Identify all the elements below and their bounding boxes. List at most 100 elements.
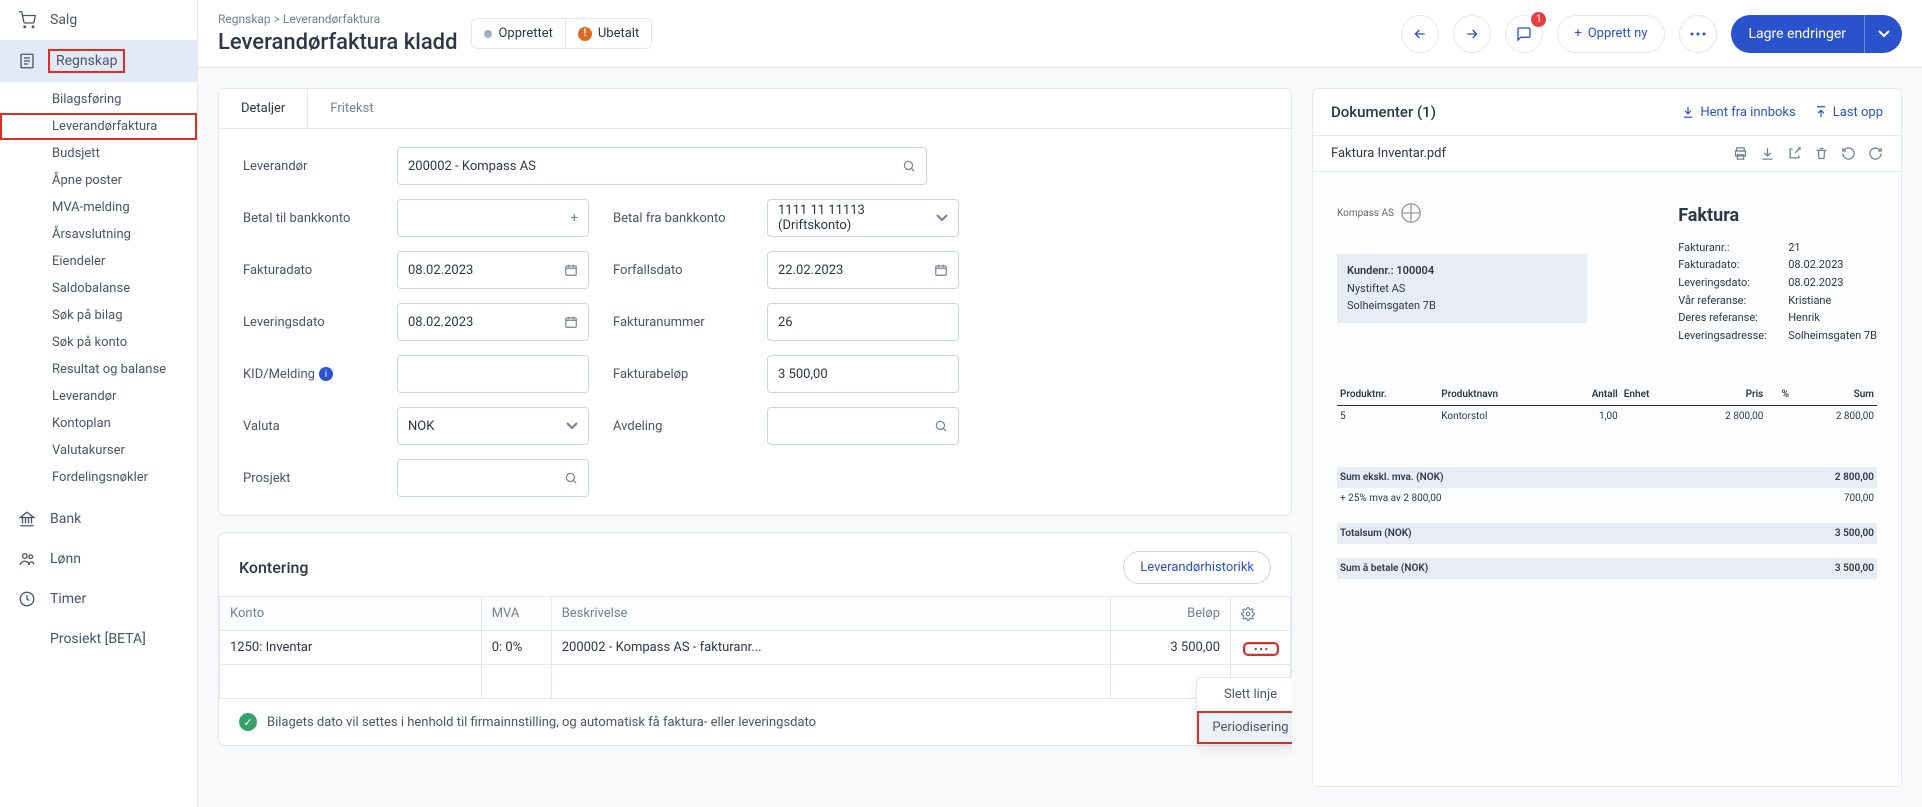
delivery-date-label: Leveringsdato (243, 315, 373, 330)
sidebar-item-regnskap[interactable]: Regnskap (0, 40, 197, 82)
clock-icon (18, 590, 36, 608)
sub-bilagsforing[interactable]: Bilagsføring (0, 86, 197, 113)
delivery-date-input[interactable]: 08.02.2023 (397, 303, 589, 341)
sub-valutakurser[interactable]: Valutakurser (0, 437, 197, 464)
col-belop: Beløp (1111, 597, 1231, 631)
amount-input[interactable]: 3 500,00 (767, 355, 959, 393)
project-label: Prosjekt (243, 471, 373, 486)
currency-select[interactable]: NOK (397, 407, 589, 445)
search-icon[interactable] (902, 159, 916, 173)
sub-leverandorfaktura[interactable]: Leverandørfaktura (0, 113, 197, 140)
invoice-no-input[interactable]: 26 (767, 303, 959, 341)
info-icon[interactable]: i (319, 367, 333, 381)
due-date-input[interactable]: 22.02.2023 (767, 251, 959, 289)
rotate-left-icon[interactable] (1841, 146, 1856, 161)
sidebar-label: Prosiekt [BETA] (50, 631, 146, 647)
col-konto: Konto (220, 597, 482, 631)
sub-kontoplan[interactable]: Kontoplan (0, 410, 197, 437)
col-mva: MVA (481, 597, 551, 631)
sub-apne-poster[interactable]: Åpne poster (0, 167, 197, 194)
breadcrumb: Regnskap > Leverandørfaktura (218, 12, 457, 26)
sub-budsjett[interactable]: Budsjett (0, 140, 197, 167)
page-title: Leverandørfaktura kladd (218, 30, 457, 55)
tab-detaljer[interactable]: Detaljer (219, 89, 308, 128)
table-row[interactable]: 1250: Inventar 0: 0% 200002 - Kompass AS… (220, 631, 1291, 665)
status-info: ✓ Bilagets dato vil settes i henhold til… (219, 699, 1291, 745)
folder-icon (18, 630, 36, 648)
kontering-title: Kontering (239, 558, 309, 577)
print-icon[interactable] (1733, 146, 1748, 161)
status-chips: Opprettet !Ubetalt (471, 18, 652, 49)
sidebar-item-timer[interactable]: Timer (0, 579, 197, 619)
more-button[interactable] (1679, 15, 1717, 53)
sub-eiendeler[interactable]: Eiendeler (0, 248, 197, 275)
row-dropdown: Slett linje Periodisering (1196, 677, 1293, 745)
department-input[interactable] (767, 407, 959, 445)
bank-icon (18, 510, 36, 528)
invoice-date-label: Fakturadato (243, 263, 373, 278)
sidebar-item-salg[interactable]: Salg (0, 0, 197, 40)
table-row-empty[interactable] (220, 665, 1291, 699)
col-settings[interactable] (1231, 597, 1291, 631)
warning-icon: ! (578, 27, 592, 41)
pay-from-select[interactable]: 1111 11 11113 (Driftskonto) (767, 199, 959, 237)
sub-fordelingsnokler[interactable]: Fordelingsnøkler (0, 464, 197, 491)
sub-mva[interactable]: MVA-melding (0, 194, 197, 221)
chevron-down-icon (936, 214, 948, 222)
department-label: Avdeling (613, 419, 743, 434)
calendar-icon[interactable] (564, 315, 578, 329)
project-input[interactable] (397, 459, 589, 497)
header: Regnskap > Leverandørfaktura Leverandørf… (198, 0, 1922, 68)
sidebar-item-lonn[interactable]: Lønn (0, 539, 197, 579)
upload-button[interactable]: Last opp (1814, 105, 1883, 120)
sub-arsavslutning[interactable]: Årsavslutning (0, 221, 197, 248)
kontering-panel: Kontering Leverandørhistorikk Konto MVA … (218, 532, 1292, 746)
calendar-icon[interactable] (564, 263, 578, 277)
supplier-input[interactable]: 200002 - Kompass AS (397, 147, 927, 185)
preview-totals: Sum ekskl. mva. (NOK)2 800,00 + 25% mva … (1337, 467, 1877, 579)
search-icon[interactable] (934, 419, 948, 433)
amount-label: Fakturabeløp (613, 367, 743, 382)
sub-saldobalanse[interactable]: Saldobalanse (0, 275, 197, 302)
sub-sok-konto[interactable]: Søk på konto (0, 329, 197, 356)
supplier-label: Leverandør (243, 159, 373, 174)
sidebar-label: Bank (50, 511, 81, 527)
menu-delete[interactable]: Slett linje (1197, 678, 1293, 711)
dot-icon (484, 30, 492, 38)
row-menu-button[interactable]: Slett linje Periodisering (1245, 644, 1277, 654)
document-preview: Kompass AS Kundenr.: 100004 Nystiftet AS… (1313, 172, 1901, 786)
rotate-right-icon[interactable] (1868, 146, 1883, 161)
sidebar-label: Salg (50, 12, 77, 28)
download-icon[interactable] (1760, 146, 1775, 161)
pay-to-input[interactable]: + (397, 199, 589, 237)
create-button[interactable]: +Opprett ny (1557, 15, 1664, 53)
open-icon[interactable] (1787, 146, 1802, 161)
preview-meta: Faktura Fakturanr.:21 Fakturadato:08.02.… (1678, 202, 1877, 344)
preview-customer: Kundenr.: 100004 Nystiftet AS Solheimsga… (1337, 254, 1587, 323)
menu-periodisering[interactable]: Periodisering (1197, 711, 1293, 744)
save-dropdown-button[interactable] (1864, 15, 1902, 53)
pay-to-label: Betal til bankkonto (243, 211, 373, 226)
fetch-inbox-button[interactable]: Hent fra innboks (1681, 105, 1795, 120)
back-button[interactable] (1401, 15, 1439, 53)
plus-icon[interactable]: + (571, 211, 578, 226)
tab-fritekst[interactable]: Fritekst (308, 89, 395, 128)
sub-sok-bilag[interactable]: Søk på bilag (0, 302, 197, 329)
sidebar-item-prosjekt[interactable]: Prosiekt [BETA] (0, 619, 197, 659)
sub-resultat[interactable]: Resultat og balanse (0, 356, 197, 383)
delete-icon[interactable] (1814, 146, 1829, 161)
sub-leverandor[interactable]: Leverandør (0, 383, 197, 410)
forward-button[interactable] (1453, 15, 1491, 53)
calendar-icon[interactable] (934, 263, 948, 277)
history-button[interactable]: Leverandørhistorikk (1123, 551, 1271, 584)
col-beskrivelse: Beskrivelse (551, 597, 1110, 631)
invoice-date-input[interactable]: 08.02.2023 (397, 251, 589, 289)
sidebar-item-bank[interactable]: Bank (0, 499, 197, 539)
invoice-no-label: Fakturanummer (613, 315, 743, 330)
search-icon[interactable] (564, 471, 578, 485)
currency-label: Valuta (243, 419, 373, 434)
kid-input[interactable] (397, 355, 589, 393)
sidebar: Salg Regnskap Bilagsføring Leverandørfak… (0, 0, 198, 807)
messages-button[interactable]: 1 (1505, 15, 1543, 53)
save-button[interactable]: Lagre endringer (1731, 15, 1865, 53)
